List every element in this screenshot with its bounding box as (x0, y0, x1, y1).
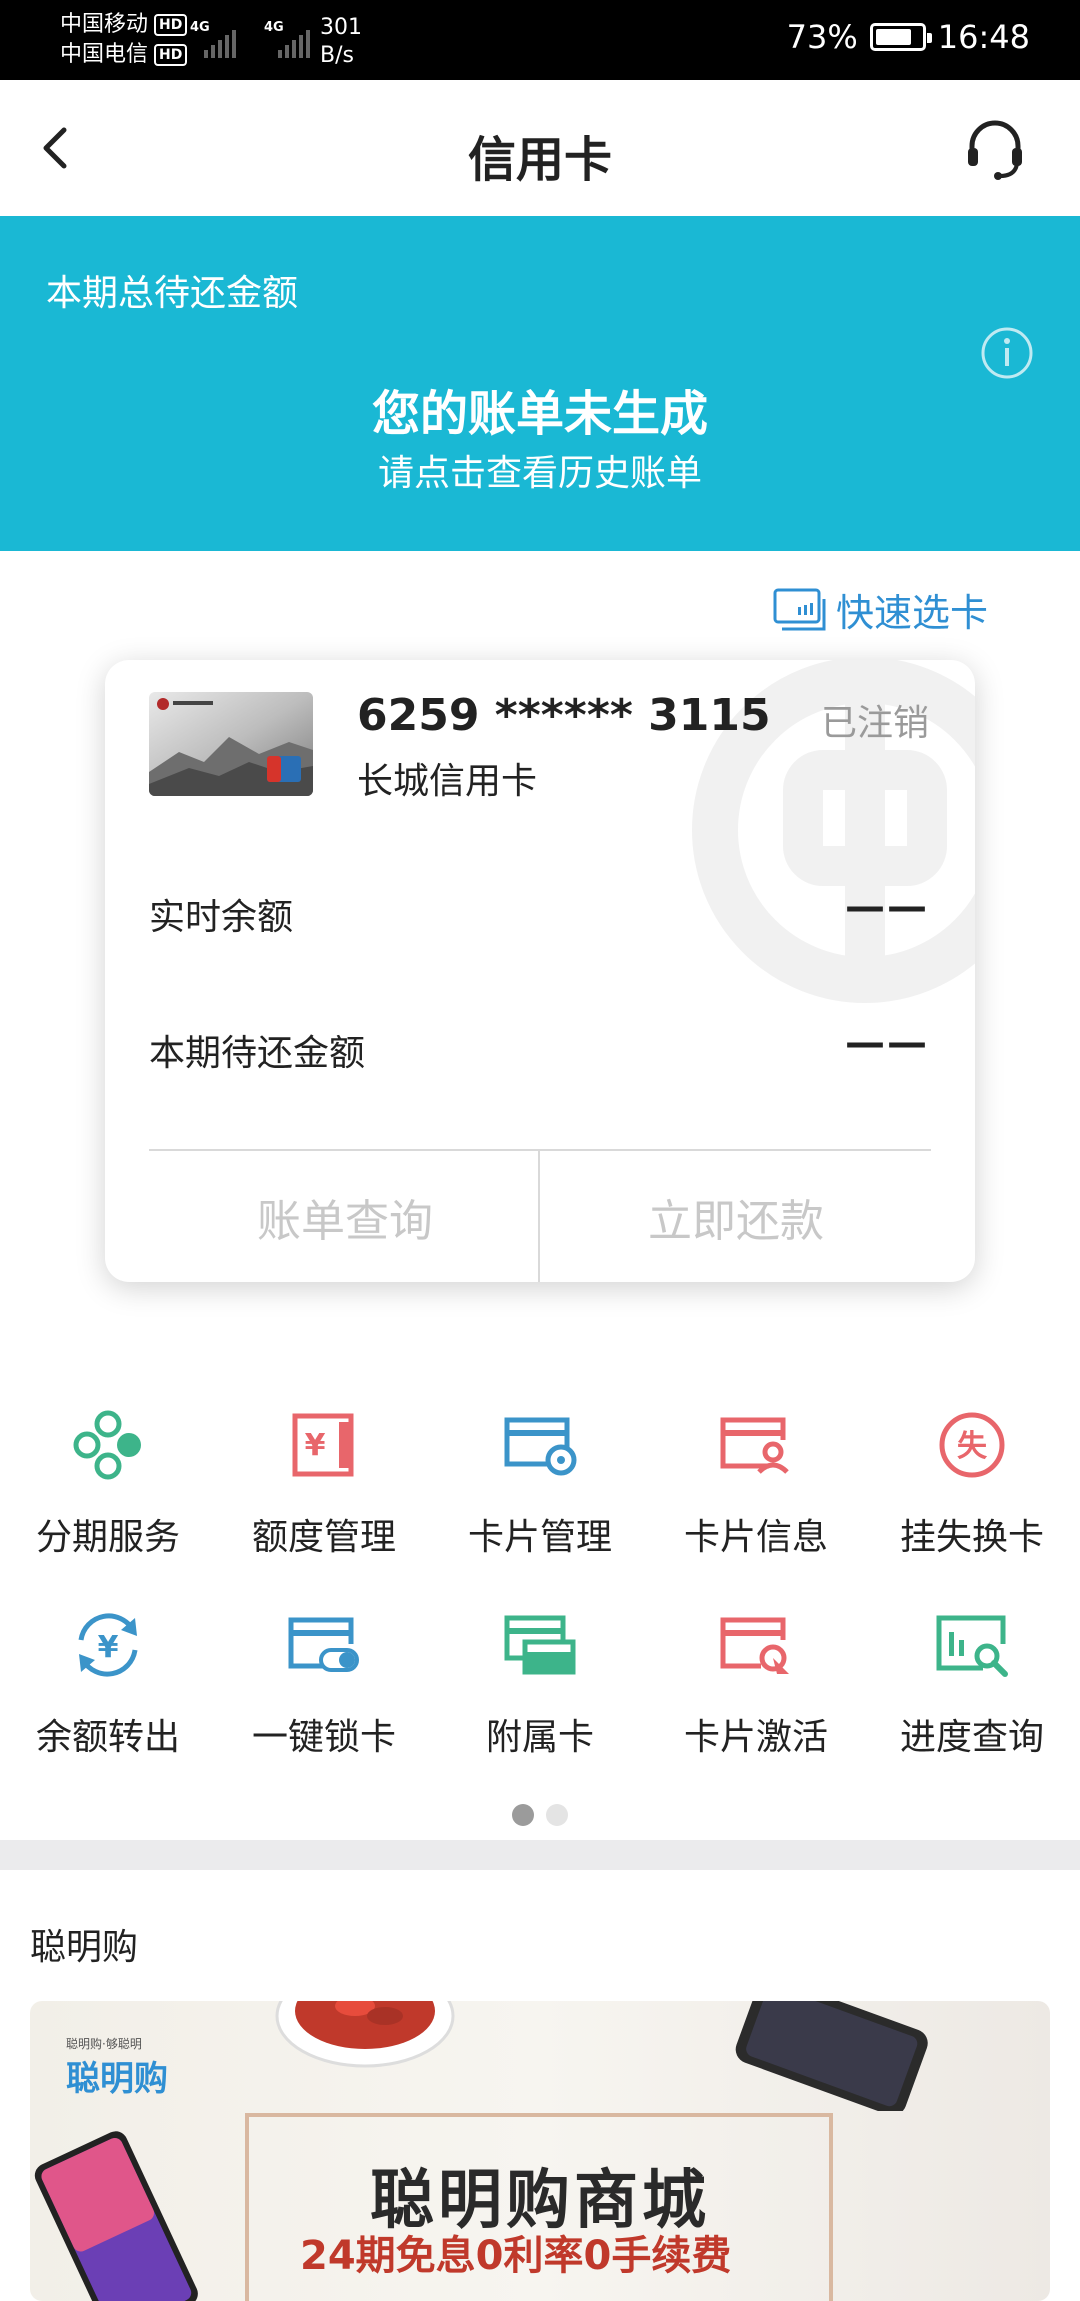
card-status-badge: 已注销 (820, 703, 929, 744)
page-dot (546, 1804, 568, 1826)
promo-banner[interactable]: 聪明购·够聪明 聪明购 聪明购商城 24期免息0利率0手续费 (30, 2001, 1050, 2301)
service-balance-transfer[interactable]: ¥ 余额转出 (0, 1600, 216, 1760)
page-title: 信用卡 (467, 132, 612, 188)
supplementary-card-icon (504, 1615, 576, 1675)
service-supplementary-card[interactable]: 附属卡 (432, 1600, 648, 1760)
app-header: 信用卡 (0, 80, 1080, 216)
card-select-icon (773, 588, 826, 630)
credit-limit-icon: ¥ (292, 1413, 354, 1477)
promo-subtitle: 24期免息0利率0手续费 (300, 2233, 732, 2279)
service-label: 分期服务 (35, 1517, 180, 1558)
service-installment[interactable]: 分期服务 (0, 1400, 216, 1560)
promo-slogan: 聪明购·够聪明 (66, 2037, 142, 2051)
section-title: 聪明购 (30, 1927, 139, 1968)
bill-query-button[interactable]: 账单查询 (149, 1151, 541, 1282)
clock: 16:48 (937, 18, 1030, 56)
service-label: 一键锁卡 (251, 1717, 396, 1758)
service-label: 余额转出 (35, 1717, 180, 1758)
due-amount-label: 本期待还金额 (149, 1033, 366, 1074)
service-progress-query[interactable]: 进度查询 (864, 1600, 1080, 1760)
network-speed: 301 B/s (320, 15, 362, 68)
card-activate-icon (720, 1617, 789, 1674)
section-divider (0, 1840, 1080, 1870)
progress-query-icon (936, 1615, 1008, 1677)
lock-card-icon (288, 1617, 359, 1672)
service-label: 额度管理 (251, 1517, 396, 1558)
card-face-image (149, 692, 313, 796)
quick-select-label: 快速选卡 (835, 591, 988, 635)
hd-badge: HD (154, 44, 188, 66)
bill-status-text: 您的账单未生成 (371, 386, 708, 442)
due-amount-value: —— (845, 1020, 929, 1066)
report-loss-icon: 失 (939, 1412, 1005, 1478)
service-credit-limit[interactable]: ¥ 额度管理 (216, 1400, 432, 1560)
headset-icon (968, 120, 1022, 180)
customer-service-button[interactable] (960, 114, 1030, 184)
history-bill-link[interactable]: 请点击查看历史账单 (0, 444, 1080, 496)
battery-percent: 73% (786, 18, 858, 56)
service-label: 挂失换卡 (899, 1517, 1044, 1558)
balance-label: 实时余额 (149, 897, 294, 938)
carrier-2: 中国电信 (60, 42, 149, 67)
svg-text:¥: ¥ (98, 1630, 119, 1665)
card-name: 长城信用卡 (357, 761, 538, 802)
installment-icon (73, 1410, 141, 1480)
carrier-info: 中国移动 HD 中国电信 HD (60, 10, 188, 70)
service-report-loss[interactable]: 失 挂失换卡 (864, 1400, 1080, 1560)
svg-text:失: 失 (957, 1429, 988, 1464)
card-settings-icon (504, 1417, 577, 1476)
food-plate-image (275, 2001, 455, 2068)
page-dot-active (512, 1804, 534, 1826)
signal-icon: 4G (190, 18, 246, 58)
service-label: 卡片信息 (683, 1517, 828, 1558)
signal-icon: 4G (264, 18, 320, 58)
hd-badge: HD (154, 14, 188, 36)
banner-label: 本期总待还金额 (46, 273, 299, 314)
card-info-icon (720, 1417, 789, 1474)
service-lock-card[interactable]: 一键锁卡 (216, 1600, 432, 1760)
info-icon[interactable] (980, 326, 1034, 380)
carrier-1: 中国移动 (60, 12, 149, 37)
balance-transfer-icon: ¥ (78, 1613, 138, 1677)
svg-text:¥: ¥ (305, 1428, 326, 1463)
phone-image (735, 2001, 928, 2111)
status-bar: 中国移动 HD 中国电信 HD 4G 4G 301 B/s 73% 16:48 (0, 0, 1080, 80)
status-right: 73% 16:48 (787, 18, 1030, 56)
repay-now-button[interactable]: 立即还款 (540, 1151, 932, 1282)
signal-indicators: 4G 4G (190, 18, 320, 58)
service-card-info[interactable]: 卡片信息 (648, 1400, 864, 1560)
service-label: 卡片管理 (467, 1517, 612, 1558)
service-label: 进度查询 (899, 1717, 1044, 1758)
card-number: 6259 ****** 3115 (357, 690, 771, 741)
service-card-activate[interactable]: 卡片激活 (648, 1600, 864, 1760)
page-indicator (0, 1804, 1080, 1826)
bill-banner[interactable]: 本期总待还金额 您的账单未生成 请点击查看历史账单 (0, 216, 1080, 551)
quick-select-card-button[interactable]: 快速选卡 (772, 582, 988, 637)
promo-logo: 聪明购 (66, 2059, 168, 2099)
service-label: 卡片激活 (683, 1717, 828, 1758)
battery-icon (869, 23, 932, 51)
service-card-settings[interactable]: 卡片管理 (432, 1400, 648, 1560)
balance-value: —— (845, 884, 929, 930)
service-label: 附属卡 (485, 1717, 594, 1758)
credit-card-panel: 6259 ****** 3115 长城信用卡 已注销 实时余额 —— 本期待还金… (105, 660, 975, 1282)
